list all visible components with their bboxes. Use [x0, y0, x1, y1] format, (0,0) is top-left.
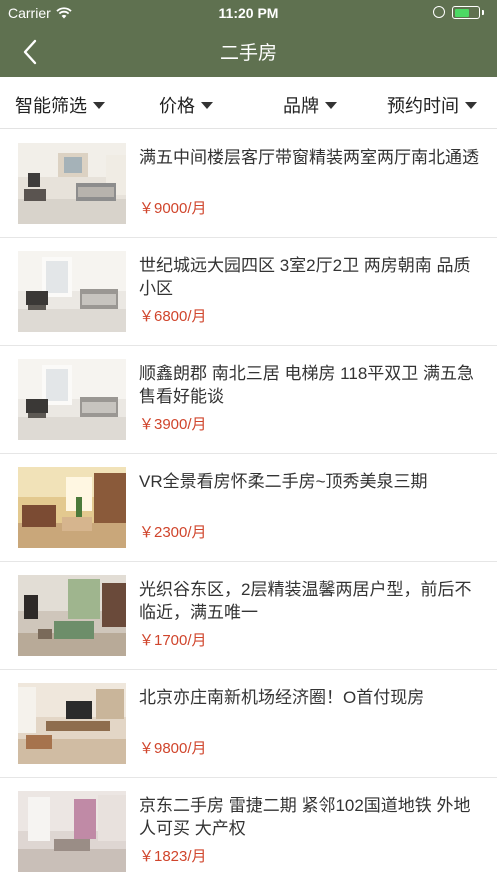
living-room-photo: [18, 575, 126, 656]
nav-bar: 二手房: [0, 26, 497, 77]
listing-price: ￥3900/月: [139, 416, 207, 433]
orientation-lock-icon: [433, 6, 445, 18]
filter-bar: 智能筛选 价格 品牌 预约时间: [0, 77, 497, 129]
caret-down-icon: [93, 101, 105, 109]
listing-title: 满五中间楼层客厅带窗精装两室两厅南北通透: [139, 148, 479, 167]
filter-label: 价格: [159, 96, 195, 116]
living-room-photo: [18, 791, 126, 872]
list-item[interactable]: 京东二手房 雷捷二期 紧邻102国道地铁 外地人可买 大产权 ￥1823/月: [0, 778, 497, 883]
listing-price: ￥1823/月: [139, 848, 207, 865]
app-header: Carrier 11:20 PM 二手房: [0, 0, 497, 77]
filter-smart[interactable]: 智能筛选: [15, 92, 105, 118]
living-room-photo: [18, 467, 126, 548]
listing-title: 世纪城远大园四区 3室2厅2卫 两房朝南 品质小区: [139, 256, 471, 298]
listing-price: ￥6800/月: [139, 308, 207, 325]
listing-title: 北京亦庄南新机场经济圈！O首付现房: [139, 688, 425, 707]
list-item[interactable]: 北京亦庄南新机场经济圈！O首付现房 ￥9800/月: [0, 670, 497, 778]
living-room-photo: [18, 143, 126, 224]
status-bar: Carrier 11:20 PM: [0, 0, 497, 26]
filter-label: 智能筛选: [15, 96, 87, 116]
caret-down-icon: [325, 101, 337, 109]
list-item[interactable]: 世纪城远大园四区 3室2厅2卫 两房朝南 品质小区 ￥6800/月: [0, 238, 497, 346]
living-room-photo: [18, 251, 126, 332]
living-room-photo: [18, 683, 126, 764]
page-title: 二手房: [219, 43, 277, 64]
listing-title: VR全景看房怀柔二手房~顶秀美泉三期: [139, 472, 428, 491]
listing-title: 京东二手房 雷捷二期 紧邻102国道地铁 外地人可买 大产权: [139, 796, 471, 838]
listing-price: ￥9800/月: [139, 740, 207, 757]
living-room-photo: [18, 359, 126, 440]
list-item[interactable]: VR全景看房怀柔二手房~顶秀美泉三期 ￥2300/月: [0, 454, 497, 562]
listing-list: 满五中间楼层客厅带窗精装两室两厅南北通透 ￥9000/月 世纪城远大园四区 3室…: [0, 130, 497, 883]
listing-price: ￥9000/月: [139, 200, 207, 217]
list-item[interactable]: 满五中间楼层客厅带窗精装两室两厅南北通透 ￥9000/月: [0, 130, 497, 238]
battery-icon: [452, 6, 484, 19]
filter-label: 预约时间: [387, 96, 459, 116]
listing-title: 顺鑫朗郡 南北三居 电梯房 118平双卫 满五急售看好能谈: [139, 364, 474, 406]
filter-price[interactable]: 价格: [159, 92, 213, 118]
caret-down-icon: [465, 101, 477, 109]
listing-title: 光织谷东区，2层精装温馨两居户型，前后不临近，满五唯一: [139, 580, 472, 622]
caret-down-icon: [201, 101, 213, 109]
filter-label: 品牌: [283, 96, 319, 116]
list-item[interactable]: 光织谷东区，2层精装温馨两居户型，前后不临近，满五唯一 ￥1700/月: [0, 562, 497, 670]
list-item[interactable]: 顺鑫朗郡 南北三居 电梯房 118平双卫 满五急售看好能谈 ￥3900/月: [0, 346, 497, 454]
filter-brand[interactable]: 品牌: [283, 92, 337, 118]
listing-price: ￥2300/月: [139, 524, 207, 541]
listing-price: ￥1700/月: [139, 632, 207, 649]
filter-appointment-time[interactable]: 预约时间: [387, 92, 477, 118]
clock: 11:20 PM: [218, 5, 279, 21]
